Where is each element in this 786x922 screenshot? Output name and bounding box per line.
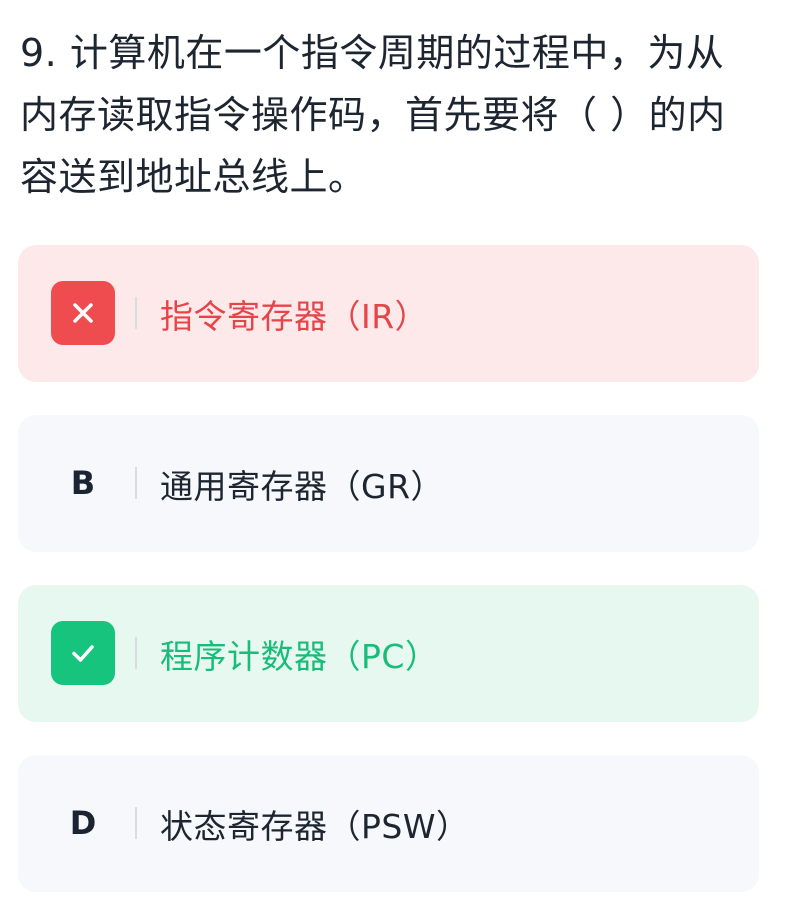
option-a[interactable]: 指令寄存器（IR） bbox=[18, 245, 759, 382]
divider bbox=[135, 807, 137, 839]
option-b-label: 通用寄存器（GR） bbox=[160, 466, 445, 506]
options-list: 指令寄存器（IR） B 通用寄存器（GR） 程序计数器（PC） D 状态寄存器（… bbox=[18, 245, 759, 922]
close-icon bbox=[51, 281, 115, 345]
option-c-label: 程序计数器（PC） bbox=[160, 636, 439, 676]
option-c[interactable]: 程序计数器（PC） bbox=[18, 585, 759, 722]
option-b-letter: B bbox=[70, 464, 96, 502]
divider bbox=[135, 297, 137, 329]
option-d-letter: D bbox=[69, 804, 97, 842]
option-a-label: 指令寄存器（IR） bbox=[160, 296, 429, 336]
check-icon bbox=[51, 621, 115, 685]
question-text: 9. 计算机在一个指令周期的过程中，为从内存读取指令操作码，首先要将（ ）的内容… bbox=[20, 31, 726, 199]
option-d-label: 状态寄存器（PSW） bbox=[160, 806, 470, 846]
option-b[interactable]: B 通用寄存器（GR） bbox=[18, 415, 759, 552]
divider bbox=[135, 467, 137, 499]
option-d[interactable]: D 状态寄存器（PSW） bbox=[18, 755, 759, 892]
divider bbox=[135, 637, 137, 669]
